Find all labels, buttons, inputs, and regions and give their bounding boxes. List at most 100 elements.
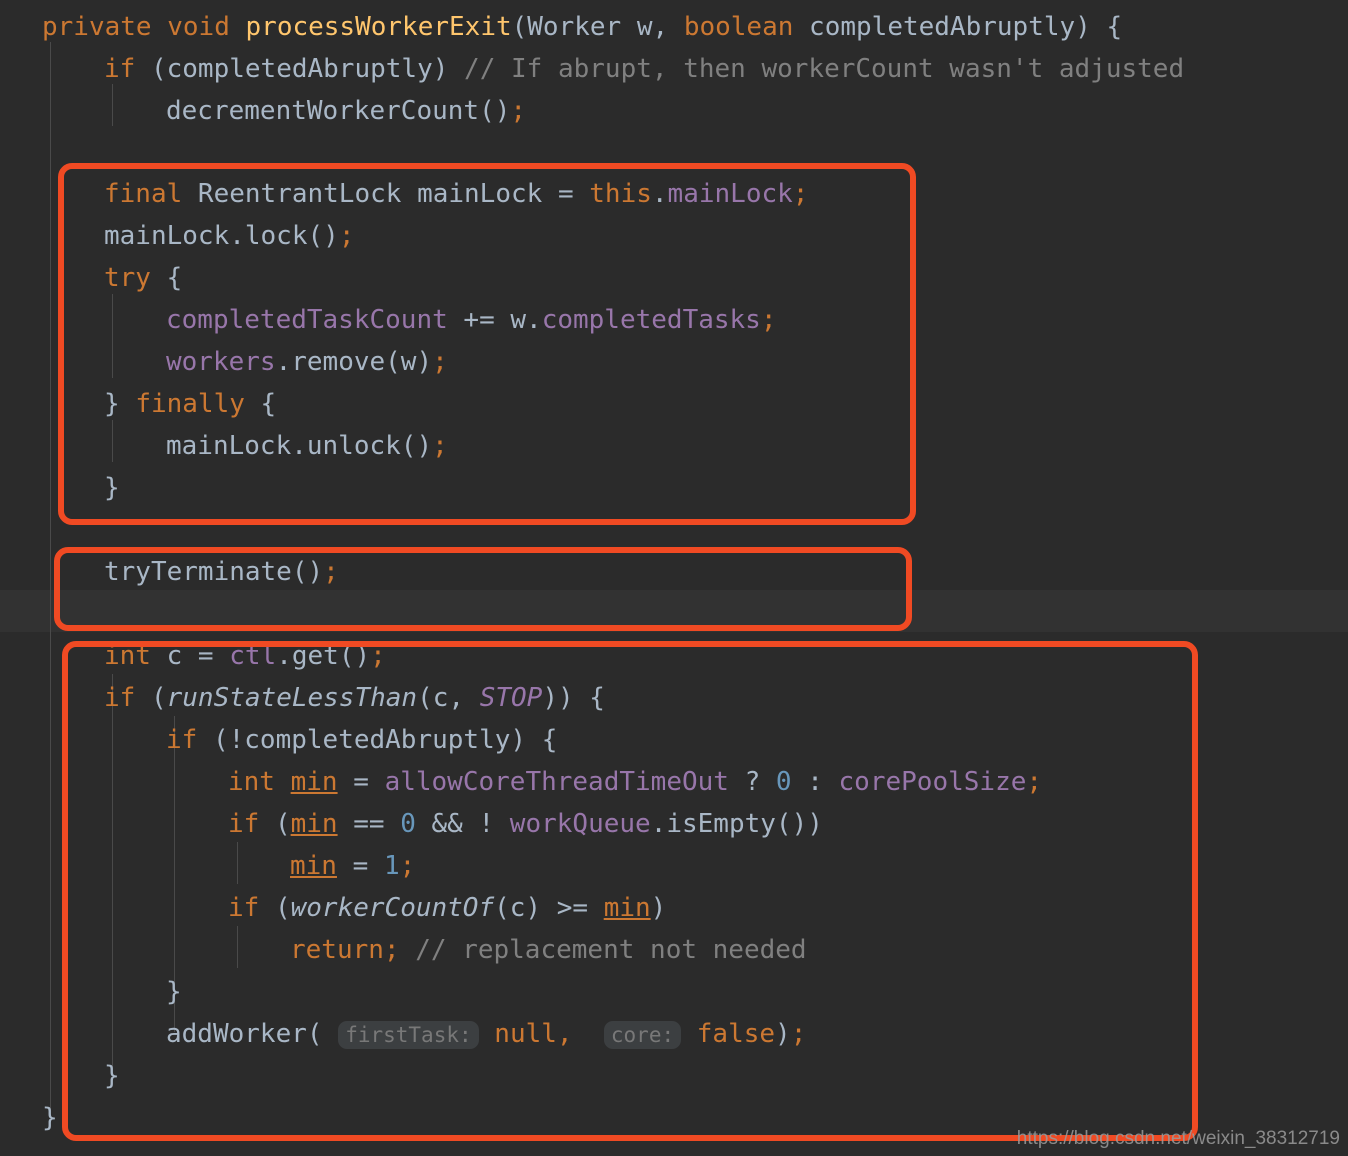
code-token: workerCountOf bbox=[290, 893, 495, 923]
code-token: = bbox=[336, 851, 384, 881]
code-token: { bbox=[166, 263, 183, 293]
code-token: ReentrantLock mainLock = bbox=[197, 179, 590, 209]
code-token: } bbox=[166, 977, 182, 1007]
code-line: } bbox=[0, 467, 1348, 509]
code-token: (!completedAbruptly) { bbox=[212, 725, 558, 755]
code-line: if (min == 0 && ! workQueue.isEmpty()) bbox=[0, 803, 1348, 845]
code-token: 0 bbox=[775, 767, 792, 797]
code-token: c = bbox=[166, 641, 230, 671]
code-token: false bbox=[696, 1019, 776, 1049]
code-token: if bbox=[104, 683, 151, 713]
code-token: += w. bbox=[447, 305, 542, 335]
code-token: ) bbox=[650, 893, 667, 923]
code-text-layer: private void processWorkerExit(Worker w,… bbox=[0, 0, 1348, 1156]
code-line: addWorker( firstTask: null, core: false)… bbox=[0, 1013, 1348, 1055]
code-token: boolean bbox=[683, 12, 810, 42]
code-token: completedAbruptly) { bbox=[809, 12, 1123, 42]
code-token: ; bbox=[338, 221, 355, 251]
code-token: .remove(w) bbox=[275, 347, 433, 377]
code-line: if (completedAbruptly) // If abrupt, the… bbox=[0, 48, 1348, 90]
code-line: } bbox=[0, 971, 1348, 1013]
code-line: } finally { bbox=[0, 383, 1348, 425]
code-token: allowCoreThreadTimeOut bbox=[384, 767, 729, 797]
code-token: workers bbox=[166, 347, 276, 377]
code-token: min bbox=[603, 893, 651, 923]
code-token: if bbox=[166, 725, 213, 755]
code-token: } bbox=[104, 1061, 120, 1091]
code-token: min bbox=[290, 809, 338, 839]
code-token: ( bbox=[274, 809, 291, 839]
code-line: try { bbox=[0, 257, 1348, 299]
inlay-parameter-hint: core: bbox=[603, 1021, 682, 1049]
code-token: ; bbox=[760, 305, 777, 335]
code-token: ; bbox=[792, 179, 809, 209]
code-editor-surface[interactable]: private void processWorkerExit(Worker w,… bbox=[0, 0, 1348, 1156]
code-token: min bbox=[290, 767, 338, 797]
code-token: ) bbox=[775, 1019, 791, 1049]
code-token: = bbox=[337, 767, 385, 797]
code-line: tryTerminate(); bbox=[0, 551, 1348, 593]
code-comment: // If abrupt, then workerCount wasn't ad… bbox=[464, 54, 1185, 84]
code-token: ; bbox=[1026, 767, 1043, 797]
code-token: if bbox=[228, 809, 275, 839]
code-line: return; // replacement not needed bbox=[0, 929, 1348, 971]
code-token: mainLock.lock() bbox=[104, 221, 339, 251]
code-token: ; bbox=[510, 96, 527, 126]
code-line: completedTaskCount += w.completedTasks; bbox=[0, 299, 1348, 341]
code-token: mainLock bbox=[667, 179, 793, 209]
code-token: void bbox=[167, 12, 246, 42]
code-token: . bbox=[651, 179, 668, 209]
code-token: corePoolSize bbox=[838, 767, 1027, 797]
code-token: processWorkerExit bbox=[245, 12, 512, 42]
code-line: mainLock.lock(); bbox=[0, 215, 1348, 257]
code-token: completedTaskCount bbox=[166, 305, 448, 335]
code-token: finally bbox=[135, 389, 261, 419]
code-token: ; bbox=[323, 557, 339, 587]
code-line: private void processWorkerExit(Worker w,… bbox=[0, 6, 1348, 48]
code-token: } bbox=[104, 473, 120, 503]
code-token: int bbox=[228, 767, 291, 797]
code-token: ( bbox=[150, 683, 167, 713]
code-token: return; bbox=[290, 935, 400, 965]
code-line: min = 1; bbox=[0, 845, 1348, 887]
code-token: tryTerminate() bbox=[104, 557, 324, 587]
code-token: null bbox=[494, 1019, 557, 1049]
code-token: if bbox=[228, 893, 275, 923]
code-line: } bbox=[0, 1055, 1348, 1097]
watermark-url: https://blog.csdn.net/weixin_38312719 bbox=[1016, 1128, 1340, 1149]
code-token: try bbox=[104, 263, 167, 293]
code-token: .isEmpty()) bbox=[650, 809, 823, 839]
code-token: ; bbox=[399, 851, 416, 881]
code-line: workers.remove(w); bbox=[0, 341, 1348, 383]
code-token: 0 bbox=[400, 809, 416, 839]
code-token: (c) >= bbox=[494, 893, 604, 923]
code-token: mainLock.unlock() bbox=[166, 431, 433, 461]
code-token: ; bbox=[432, 431, 448, 461]
code-line: int c = ctl.get(); bbox=[0, 635, 1348, 677]
code-token: : bbox=[791, 767, 839, 797]
code-token: int bbox=[104, 641, 167, 671]
code-line: if (workerCountOf(c) >= min) bbox=[0, 887, 1348, 929]
code-token: runStateLessThan bbox=[166, 683, 418, 713]
code-token: STOP bbox=[479, 683, 543, 713]
code-line: if (runStateLessThan(c, STOP)) { bbox=[0, 677, 1348, 719]
code-token: (completedAbruptly) bbox=[150, 54, 465, 84]
code-token: 1 bbox=[383, 851, 400, 881]
code-token: final bbox=[104, 179, 198, 209]
code-token: && ! bbox=[415, 809, 510, 839]
code-token: min bbox=[290, 851, 337, 881]
code-line: final ReentrantLock mainLock = this.main… bbox=[0, 173, 1348, 215]
code-token: decrementWorkerCount() bbox=[166, 96, 511, 126]
code-token: private bbox=[42, 12, 168, 42]
code-token: { bbox=[260, 389, 277, 419]
code-token: , bbox=[556, 1019, 589, 1049]
inlay-parameter-hint: firstTask: bbox=[338, 1021, 479, 1049]
code-token: ? bbox=[728, 767, 776, 797]
code-token: addWorker( bbox=[166, 1019, 323, 1049]
